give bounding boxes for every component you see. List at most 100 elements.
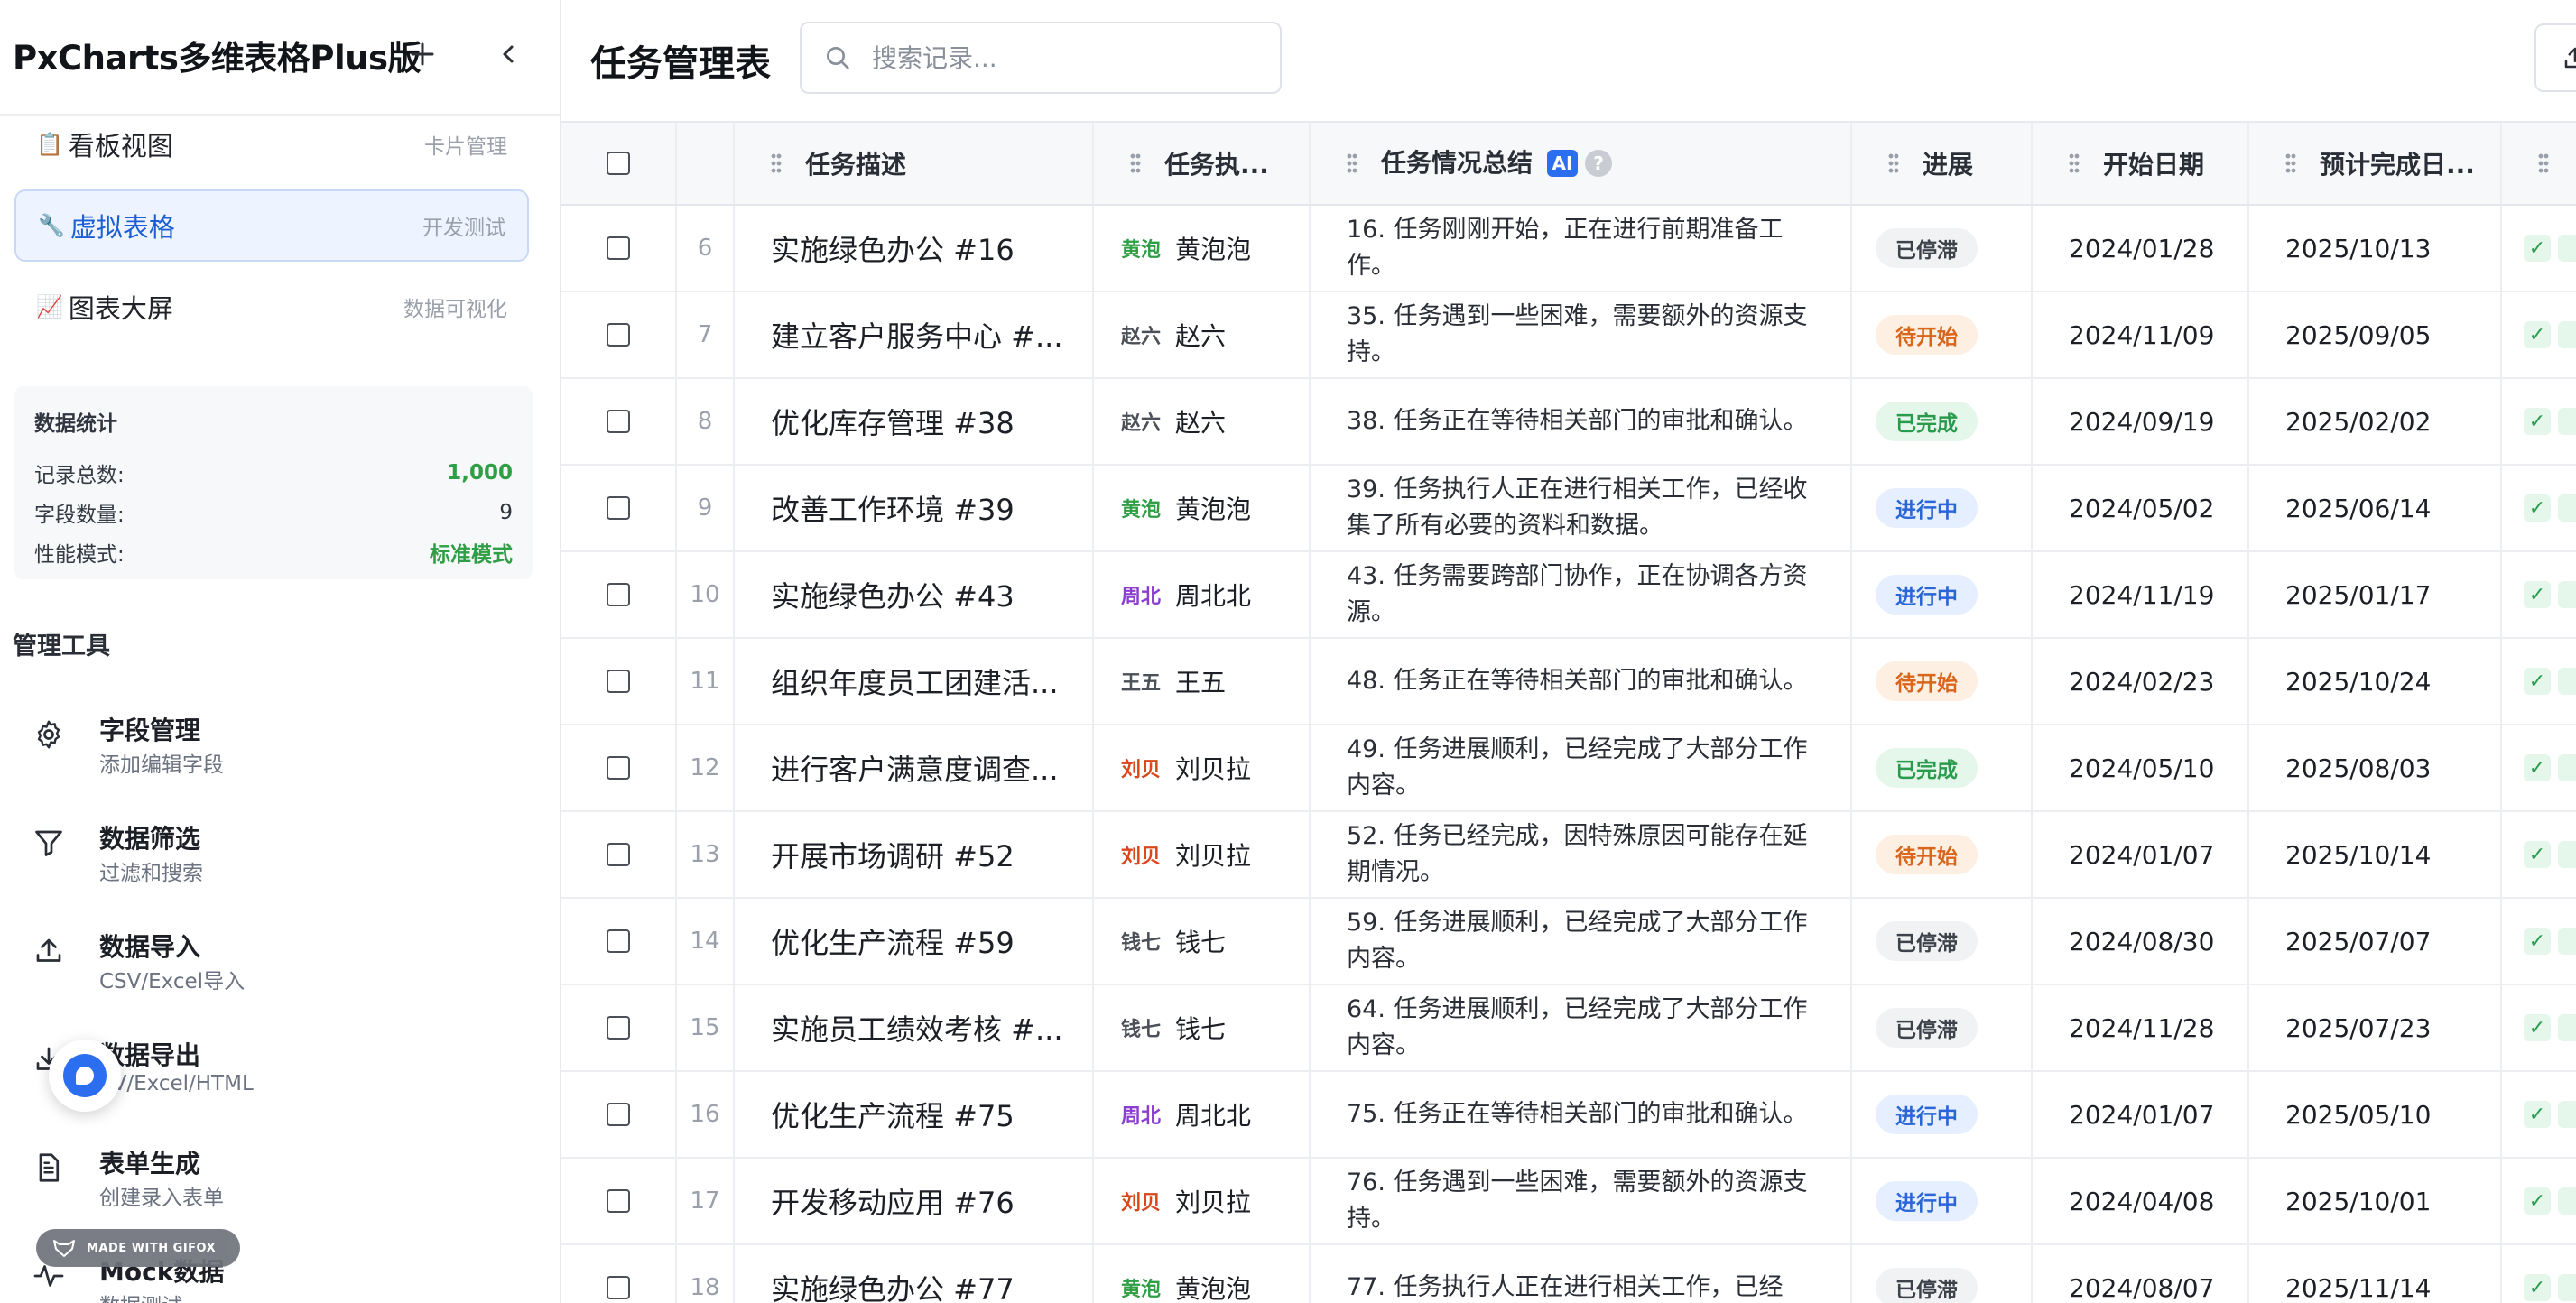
start-date-cell[interactable]: 2024/05/02 <box>2033 466 2249 550</box>
extra-cell[interactable]: ✓ <box>2502 639 2576 724</box>
row-checkbox[interactable] <box>607 1276 630 1299</box>
task-owner-cell[interactable]: 赵六 赵六 <box>1094 379 1311 464</box>
due-date-cell[interactable]: 2025/09/05 <box>2249 292 2502 377</box>
start-date-cell[interactable]: 2024/05/10 <box>2033 725 2249 810</box>
task-owner-cell[interactable]: 周北 周北北 <box>1094 1072 1311 1157</box>
due-date-cell[interactable]: 2025/08/03 <box>2249 725 2502 810</box>
start-date-cell[interactable]: 2024/01/07 <box>2033 812 2249 897</box>
tool-form-builder[interactable]: 表单生成 创建录入表单 <box>32 1126 538 1216</box>
chat-float-button[interactable] <box>49 1040 121 1112</box>
task-owner-cell[interactable]: 黄泡 黄泡泡 <box>1094 206 1311 291</box>
ai-badge[interactable]: AI <box>1547 150 1579 177</box>
table-row[interactable]: 16 优化生产流程 #75 周北 周北北 75. 任务正在等待相关部门的审批和确认。 进行… <box>561 1072 2576 1159</box>
progress-cell[interactable]: 待开始 <box>1852 639 2033 724</box>
due-date-cell[interactable]: 2025/07/23 <box>2249 985 2502 1070</box>
view-item-kanban[interactable]: 📋 看板视图 卡片管理 <box>14 108 529 180</box>
drag-handle-icon[interactable] <box>1130 152 1141 174</box>
due-date-cell[interactable]: 2025/01/17 <box>2249 552 2502 637</box>
table-row[interactable]: 7 建立客户服务中心 #... 赵六 赵六 35. 任务遇到一些困难，需要额外的资源支持… <box>561 292 2576 379</box>
table-row[interactable]: 13 开展市场调研 #52 刘贝 刘贝拉 52. 任务已经完成，因特殊原因可能存在延期情… <box>561 812 2576 899</box>
start-date-cell[interactable]: 2024/02/23 <box>2033 639 2249 724</box>
row-checkbox[interactable] <box>607 236 630 260</box>
task-summary-cell[interactable]: 39. 任务执行人正在进行相关工作，已经收集了所有必要的资料和数据。 <box>1311 466 1852 550</box>
task-owner-cell[interactable]: 钱七 钱七 <box>1094 899 1311 984</box>
search-box[interactable] <box>800 22 1282 94</box>
extra-cell[interactable]: ✓ <box>2502 292 2576 377</box>
due-date-cell[interactable]: 2025/10/01 <box>2249 1159 2502 1243</box>
due-date-cell[interactable]: 2025/10/24 <box>2249 639 2502 724</box>
collapse-sidebar-button[interactable] <box>489 34 529 74</box>
progress-cell[interactable]: 待开始 <box>1852 812 2033 897</box>
extra-cell[interactable]: ✓ <box>2502 725 2576 810</box>
progress-cell[interactable]: 已停滞 <box>1852 206 2033 291</box>
start-date-cell[interactable]: 2024/11/28 <box>2033 985 2249 1070</box>
column-header-summary[interactable]: 任务情况总结 AI? <box>1311 123 1852 204</box>
start-date-cell[interactable]: 2024/11/19 <box>2033 552 2249 637</box>
task-owner-cell[interactable]: 黄泡 黄泡泡 <box>1094 466 1311 550</box>
task-description-cell[interactable]: 实施绿色办公 #43 <box>735 552 1094 637</box>
start-date-cell[interactable]: 2024/11/09 <box>2033 292 2249 377</box>
row-checkbox[interactable] <box>607 843 630 866</box>
extra-cell[interactable]: ✓ <box>2502 899 2576 984</box>
due-date-cell[interactable]: 2025/11/14 <box>2249 1245 2502 1303</box>
task-summary-cell[interactable]: 16. 任务刚刚开始，正在进行前期准备工作。 <box>1311 206 1852 291</box>
column-header-progress[interactable]: 进展 <box>1852 123 2033 204</box>
due-date-cell[interactable]: 2025/10/14 <box>2249 812 2502 897</box>
task-owner-cell[interactable]: 赵六 赵六 <box>1094 292 1311 377</box>
progress-cell[interactable]: 进行中 <box>1852 1159 2033 1243</box>
task-summary-cell[interactable]: 35. 任务遇到一些困难，需要额外的资源支持。 <box>1311 292 1852 377</box>
task-owner-cell[interactable]: 刘贝 刘贝拉 <box>1094 1159 1311 1243</box>
task-owner-cell[interactable]: 黄泡 黄泡泡 <box>1094 1245 1311 1303</box>
table-row[interactable]: 8 优化库存管理 #38 赵六 赵六 38. 任务正在等待相关部门的审批和确认。 已完成 2… <box>561 379 2576 466</box>
progress-cell[interactable]: 已完成 <box>1852 379 2033 464</box>
table-row[interactable]: 6 实施绿色办公 #16 黄泡 黄泡泡 16. 任务刚刚开始，正在进行前期准备工作。 已停… <box>561 206 2576 292</box>
row-checkbox[interactable] <box>607 583 630 606</box>
due-date-cell[interactable]: 2025/05/10 <box>2249 1072 2502 1157</box>
column-header-extra[interactable] <box>2502 123 2576 204</box>
due-date-cell[interactable]: 2025/07/07 <box>2249 899 2502 984</box>
tool-data-import[interactable]: 数据导入 CSV/Excel导入 <box>32 910 538 1000</box>
drag-handle-icon[interactable] <box>1888 152 1899 174</box>
drag-handle-icon[interactable] <box>771 152 782 174</box>
task-description-cell[interactable]: 优化库存管理 #38 <box>735 379 1094 464</box>
task-owner-cell[interactable]: 王五 王五 <box>1094 639 1311 724</box>
start-date-cell[interactable]: 2024/08/30 <box>2033 899 2249 984</box>
task-summary-cell[interactable]: 77. 任务执行人正在进行相关工作，已经 <box>1311 1245 1852 1303</box>
search-input[interactable] <box>872 42 1251 73</box>
extra-cell[interactable]: ✓ <box>2502 552 2576 637</box>
progress-cell[interactable]: 待开始 <box>1852 292 2033 377</box>
progress-cell[interactable]: 进行中 <box>1852 552 2033 637</box>
task-description-cell[interactable]: 建立客户服务中心 #... <box>735 292 1094 377</box>
task-description-cell[interactable]: 优化生产流程 #75 <box>735 1072 1094 1157</box>
row-checkbox[interactable] <box>607 323 630 347</box>
column-header-owner[interactable]: 任务执... <box>1094 123 1311 204</box>
drag-handle-icon[interactable] <box>2285 152 2296 174</box>
view-item-dashboard[interactable]: 📈 图表大屏 数据可视化 <box>14 271 529 343</box>
task-summary-cell[interactable]: 75. 任务正在等待相关部门的审批和确认。 <box>1311 1072 1852 1157</box>
row-checkbox[interactable] <box>607 1103 630 1126</box>
table-row[interactable]: 10 实施绿色办公 #43 周北 周北北 43. 任务需要跨部门协作，正在协调各方资源。… <box>561 552 2576 639</box>
extra-cell[interactable]: ✓ <box>2502 1245 2576 1303</box>
table-row[interactable]: 17 开发移动应用 #76 刘贝 刘贝拉 76. 任务遇到一些困难，需要额外的资源支持。… <box>561 1159 2576 1245</box>
task-summary-cell[interactable]: 59. 任务进展顺利，已经完成了大部分工作内容。 <box>1311 899 1852 984</box>
progress-cell[interactable]: 已停滞 <box>1852 1245 2033 1303</box>
task-summary-cell[interactable]: 38. 任务正在等待相关部门的审批和确认。 <box>1311 379 1852 464</box>
task-summary-cell[interactable]: 64. 任务进展顺利，已经完成了大部分工作内容。 <box>1311 985 1852 1070</box>
task-summary-cell[interactable]: 52. 任务已经完成，因特殊原因可能存在延期情况。 <box>1311 812 1852 897</box>
help-icon[interactable]: ? <box>1585 150 1613 177</box>
extra-cell[interactable]: ✓ <box>2502 812 2576 897</box>
drag-handle-icon[interactable] <box>2538 152 2549 174</box>
row-checkbox[interactable] <box>607 410 630 433</box>
extra-cell[interactable]: ✓ <box>2502 1072 2576 1157</box>
due-date-cell[interactable]: 2025/02/02 <box>2249 379 2502 464</box>
extra-cell[interactable]: ✓ <box>2502 466 2576 550</box>
due-date-cell[interactable]: 2025/06/14 <box>2249 466 2502 550</box>
row-checkbox[interactable] <box>607 756 630 780</box>
task-owner-cell[interactable]: 周北 周北北 <box>1094 552 1311 637</box>
task-description-cell[interactable]: 开发移动应用 #76 <box>735 1159 1094 1243</box>
tool-data-filter[interactable]: 数据筛选 过滤和搜索 <box>32 801 538 892</box>
progress-cell[interactable]: 已停滞 <box>1852 985 2033 1070</box>
table-row[interactable]: 11 组织年度员工团建活... 王五 王五 48. 任务正在等待相关部门的审批和确认。待… <box>561 639 2576 725</box>
extra-cell[interactable]: ✓ <box>2502 379 2576 464</box>
task-summary-cell[interactable]: 49. 任务进展顺利，已经完成了大部分工作内容。 <box>1311 725 1852 810</box>
